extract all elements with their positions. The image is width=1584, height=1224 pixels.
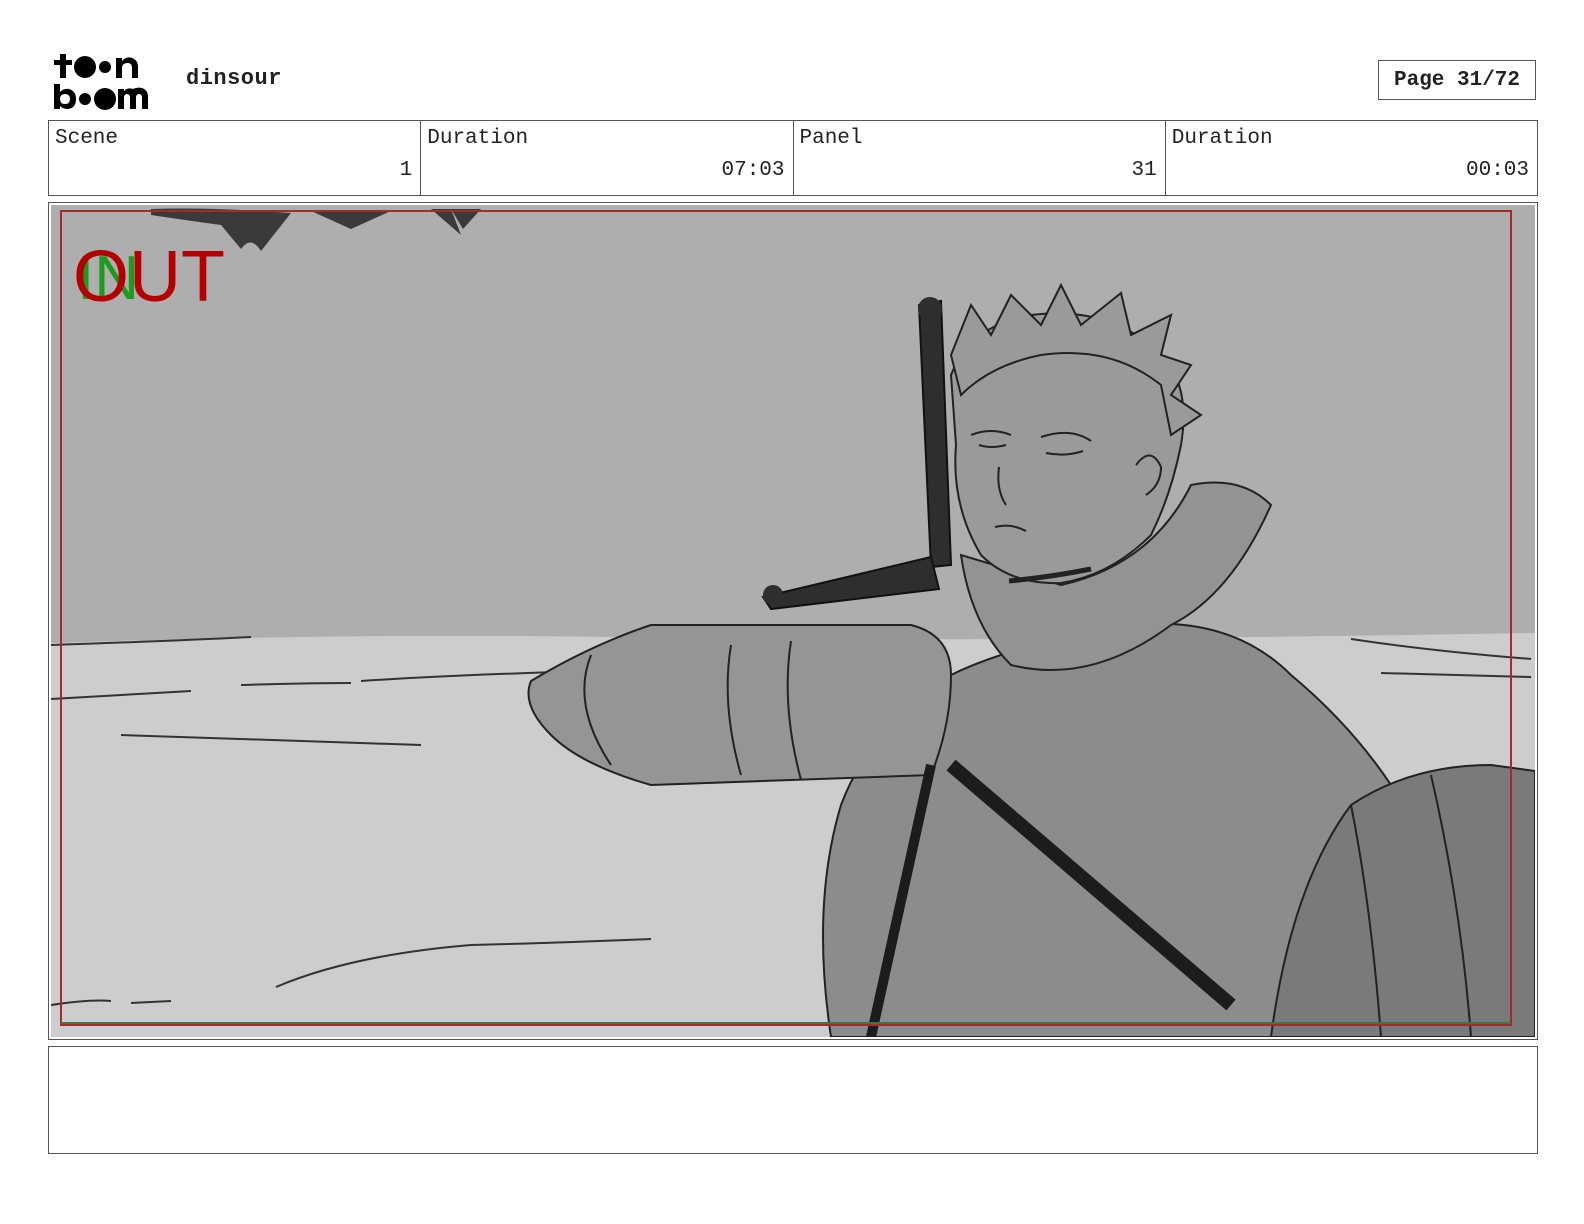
scene-duration-label: Duration — [427, 127, 529, 150]
scene-duration-value: 07:03 — [721, 159, 785, 182]
page-number: Page 31/72 — [1378, 60, 1536, 100]
sky-area — [51, 205, 1535, 645]
panel-image-frame: IN OUT — [48, 202, 1538, 1040]
panel-duration-value: 00:03 — [1465, 159, 1529, 182]
scene-cell: Scene 1 — [49, 121, 422, 195]
panel-label: Panel — [799, 127, 863, 150]
panel-info-table: Scene 1 Duration 07:03 Panel 31 Duration… — [48, 120, 1538, 196]
out-marker: OUT — [73, 237, 225, 317]
panel-cell: Panel 31 — [794, 121, 1166, 195]
panel-notes-box[interactable] — [48, 1046, 1538, 1154]
project-name: dinsour — [186, 66, 282, 91]
scene-duration-cell: Duration 07:03 — [421, 121, 794, 195]
scene-label: Scene — [55, 127, 119, 150]
scene-value: 1 — [399, 159, 413, 182]
panel-duration-cell: Duration 00:03 — [1166, 121, 1537, 195]
toon-boom-logo — [52, 50, 164, 112]
panel-duration-label: Duration — [1171, 127, 1273, 150]
panel-value: 31 — [1131, 159, 1157, 182]
storyboard-sketch: IN OUT — [51, 205, 1535, 1037]
toon-boom-logo-icon — [54, 54, 148, 110]
